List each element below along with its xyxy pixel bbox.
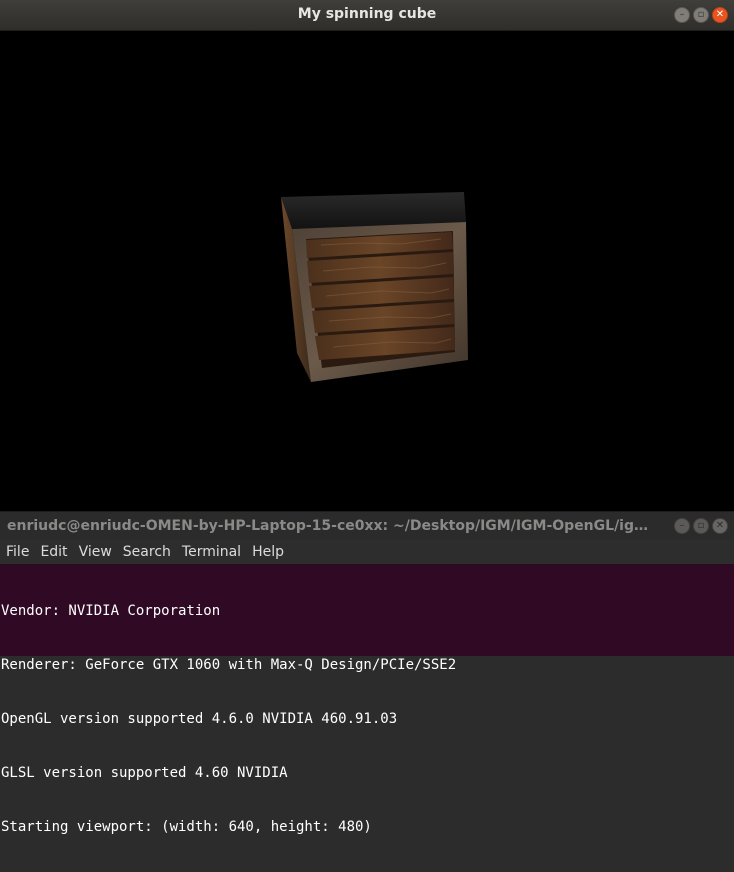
opengl-window: My spinning cube – ▫ ✕	[0, 0, 734, 511]
maximize-icon[interactable]: ▫	[693, 7, 709, 23]
window-controls: – ▫ ✕	[674, 7, 728, 23]
terminal-window: enriudc@enriudc-OMEN-by-HP-Laptop-15-ce0…	[0, 511, 734, 835]
menu-terminal[interactable]: Terminal	[182, 544, 241, 560]
close-icon[interactable]: ✕	[712, 7, 728, 23]
menu-edit[interactable]: Edit	[40, 544, 67, 560]
menu-help[interactable]: Help	[252, 544, 284, 560]
spinning-cube	[281, 192, 468, 382]
terminal-titlebar[interactable]: enriudc@enriudc-OMEN-by-HP-Laptop-15-ce0…	[0, 511, 734, 540]
minimize-icon[interactable]: –	[674, 518, 690, 534]
terminal-line: GLSL version supported 4.60 NVIDIA	[1, 765, 288, 781]
terminal-line: Starting viewport: (width: 640, height: …	[1, 819, 372, 835]
menu-search[interactable]: Search	[123, 544, 171, 560]
terminal-line: Renderer: GeForce GTX 1060 with Max-Q De…	[1, 657, 457, 673]
minimize-icon[interactable]: –	[674, 7, 690, 23]
window-title: My spinning cube	[297, 6, 437, 22]
terminal-output[interactable]: Vendor: NVIDIA Corporation Renderer: GeF…	[1, 566, 733, 872]
render-canvas[interactable]	[1, 31, 733, 511]
terminal-window-controls: – ▫ ✕	[674, 518, 728, 534]
menu-view[interactable]: View	[79, 544, 112, 560]
maximize-icon[interactable]: ▫	[693, 518, 709, 534]
close-icon[interactable]: ✕	[712, 518, 728, 534]
terminal-menubar: File Edit View Search Terminal Help	[0, 540, 734, 564]
window-titlebar[interactable]: My spinning cube – ▫ ✕	[0, 0, 734, 31]
terminal-line: Vendor: NVIDIA Corporation	[1, 603, 221, 619]
terminal-line: OpenGL version supported 4.6.0 NVIDIA 46…	[1, 711, 398, 727]
menu-file[interactable]: File	[6, 544, 29, 560]
terminal-title: enriudc@enriudc-OMEN-by-HP-Laptop-15-ce0…	[7, 518, 657, 534]
